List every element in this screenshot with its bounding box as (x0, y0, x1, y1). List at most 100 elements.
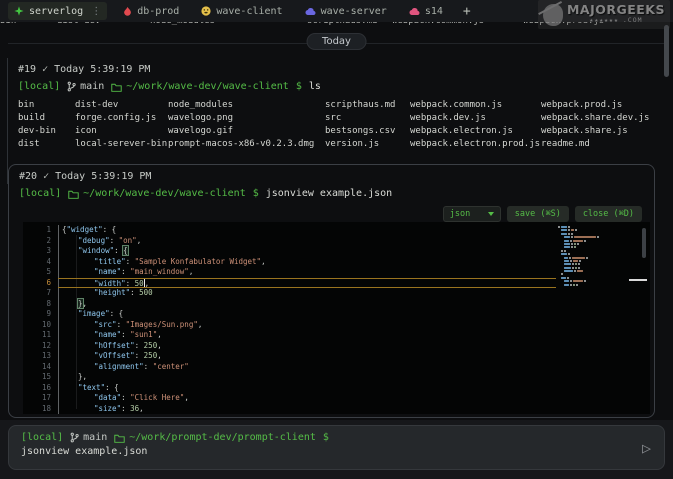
prompt-host: [local] (18, 81, 60, 92)
ls-file-name: webpack.prod.js (541, 99, 649, 112)
code-line[interactable]: 6"width": 50, (23, 278, 556, 289)
code-line[interactable]: 12"hOffset": 250, (23, 341, 556, 352)
code-line-text: {"widget": { (58, 225, 556, 236)
save-button[interactable]: save (⌘S) (507, 206, 569, 222)
language-mode-select[interactable]: json (443, 206, 501, 222)
editor-scrollbar-thumb[interactable] (642, 228, 646, 258)
code-line-text: }, (58, 372, 556, 383)
ls-file-name: dist-dev (75, 99, 168, 112)
minimap-line (564, 284, 640, 286)
send-button[interactable]: ▷ (642, 439, 651, 457)
folder-icon (68, 189, 79, 199)
folder-icon (114, 433, 125, 443)
ls-output-grid: bindist-devnode_modulesscripthaus.mdwebp… (18, 99, 649, 151)
cloud-icon (305, 7, 316, 16)
cwd-path: ~/work/wave-dev/wave-client (83, 188, 246, 199)
prompt-host: [local] (19, 188, 61, 199)
code-line[interactable]: 15}, (23, 372, 556, 383)
close-button[interactable]: close (⌘D) (575, 206, 642, 222)
code-line[interactable]: 9"image": { (23, 309, 556, 320)
code-line[interactable]: 7"height": 500 (23, 288, 556, 299)
line-number: 13 (23, 351, 58, 362)
command-input-text[interactable]: jsonview example.json (21, 446, 652, 457)
block-timestamp: Today 5:39:19 PM (55, 171, 151, 182)
line-number: 18 (23, 404, 58, 415)
tab-menu-icon[interactable]: ⋮ (91, 6, 101, 17)
tab-wave-client[interactable]: wave-client (195, 2, 288, 20)
check-icon: ✓ (43, 171, 49, 182)
minimap[interactable] (556, 226, 640, 287)
watermark-domain: .COM (623, 15, 643, 26)
cwd-path: ~/work/prompt-dev/prompt-client (129, 432, 316, 443)
minimap-line (561, 229, 640, 231)
line-number: 8 (23, 299, 58, 310)
code-line-text: "debug": "on", (58, 236, 556, 247)
today-date-pill: Today (306, 33, 367, 50)
prompt-branch: main (70, 432, 107, 443)
block19-left-border (7, 58, 8, 184)
minimap-line (561, 273, 640, 275)
tab-s14[interactable]: s14 (403, 2, 449, 20)
tab-list: serverlog ⋮ db-prod wave-client wave-server s… (8, 2, 449, 20)
main-scrollbar-thumb[interactable] (664, 25, 669, 77)
check-icon: ✓ (42, 64, 48, 75)
line-number: 9 (23, 309, 58, 320)
tab-db-prod[interactable]: db-prod (117, 2, 185, 20)
code-line-text: "alignment": "center" (58, 362, 556, 373)
code-line[interactable]: 2"debug": "on", (23, 236, 556, 247)
code-line-text: "image": { (58, 309, 556, 320)
code-line[interactable]: 16"text": { (23, 383, 556, 394)
minimap-line (564, 240, 640, 242)
code-line[interactable]: 1{"widget": { (23, 225, 556, 236)
ls-file-name: scripthaus.md (325, 99, 410, 112)
ls-file-name: webpack.common.js (410, 99, 541, 112)
json-code-editor[interactable]: 1{"widget": {2"debug": "on",3"window": {… (23, 222, 650, 414)
tab-wave-server[interactable]: wave-server (299, 2, 393, 20)
ls-file-name: version.js (325, 138, 410, 151)
code-line-text: "size": 36, (58, 404, 556, 415)
prompt-symbol: $ (296, 81, 302, 92)
ls-file-name: webpack.share.js (541, 125, 649, 138)
line-number: 17 (23, 393, 58, 404)
prompt-symbol: $ (253, 188, 259, 199)
jsonview-toolbar: json save (⌘S) close (⌘D) (443, 206, 642, 222)
line-number: 14 (23, 362, 58, 373)
code-lines: 1{"widget": {2"debug": "on",3"window": {… (23, 225, 556, 414)
ls-file-name: wavelogo.gif (168, 125, 325, 138)
prompt-cwd: ~/work/wave-dev/wave-client (111, 81, 289, 92)
prompt-host: [local] (21, 432, 63, 443)
ls-file-name: webpack.share.dev.js (541, 112, 649, 125)
ls-file-name: prompt-macos-x86-v0.2.3.dmg (168, 138, 325, 151)
code-line[interactable]: 18"size": 36, (23, 404, 556, 415)
code-line[interactable]: 8}, (23, 299, 556, 310)
ls-file-name: local-serever-bin (75, 138, 168, 151)
block-number: #20 (19, 171, 37, 182)
block19-header: #19✓Today 5:39:19 PM (18, 64, 150, 75)
tab-label: serverlog (29, 6, 83, 17)
block20-selected[interactable]: #20 ✓ Today 5:39:19 PM [local] ~/work/wave-… (8, 164, 655, 418)
code-line[interactable]: 13"vOffset": 250, (23, 351, 556, 362)
code-line[interactable]: 11"name": "sun1", (23, 330, 556, 341)
code-line-text: "name": "main_window", (58, 267, 556, 278)
command-input-box[interactable]: [local] main ~/work/prompt-dev/prompt-clie… (8, 425, 665, 470)
block-number: #19 (18, 64, 36, 75)
tab-serverlog[interactable]: serverlog ⋮ (8, 2, 107, 20)
ls-file-name: bin (18, 99, 75, 112)
watermark-title: MAJORGEEKS (567, 4, 665, 15)
code-line[interactable]: 5"name": "main_window", (23, 267, 556, 278)
line-number: 4 (23, 257, 58, 268)
code-line[interactable]: 4"title": "Sample Konfabulator Widget", (23, 257, 556, 268)
ls-file-name: readme.md (541, 138, 649, 151)
code-line[interactable]: 17"data": "Click Here", (23, 393, 556, 404)
watermark-stars: ★★★★★★ (589, 15, 618, 26)
add-tab-button[interactable]: + (459, 4, 475, 19)
line-number: 10 (23, 320, 58, 331)
clipped-file-name: webpack.common.js (392, 22, 523, 28)
code-line[interactable]: 3"window": { (23, 246, 556, 257)
line-number: 2 (23, 236, 58, 247)
prompt-block20: [local]~/work/wave-dev/wave-client$jsonv… (19, 188, 392, 199)
code-line[interactable]: 10"src": "Images/Sun.png", (23, 320, 556, 331)
code-line-text: }, (58, 299, 556, 310)
code-line[interactable]: 14"alignment": "center" (23, 362, 556, 373)
ls-file-name: forge.config.js (75, 112, 168, 125)
